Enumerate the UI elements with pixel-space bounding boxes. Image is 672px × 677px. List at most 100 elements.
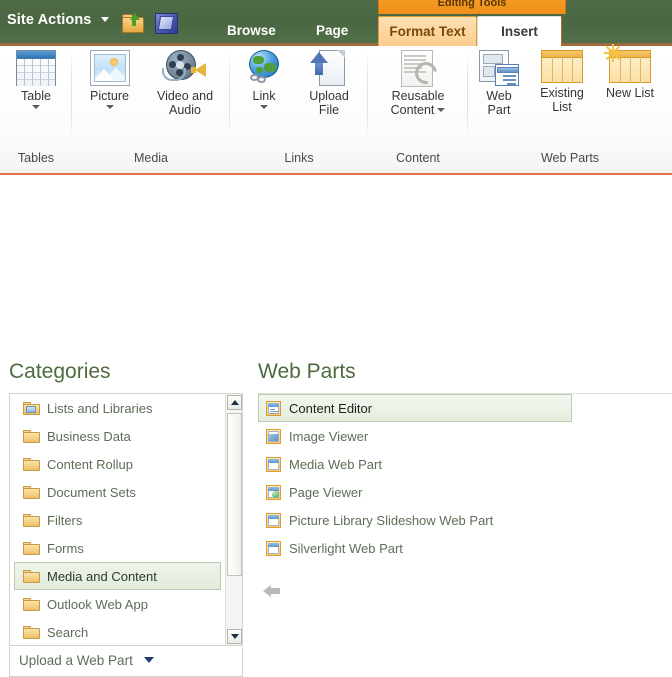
video-audio-icon: [162, 50, 208, 86]
ribbon-insert-panel: Table Picture Video and Audio Link Uploa…: [0, 44, 672, 175]
web-part-picker: Categories Web Parts Lists and Libraries…: [0, 175, 672, 677]
ribbon-button-web-part-label: Web Part: [486, 89, 512, 117]
category-item-label: Search: [47, 625, 89, 640]
image-viewer-icon: [266, 429, 281, 444]
ribbon-button-existing-list-label: Existing List: [540, 86, 584, 114]
category-item-filters[interactable]: Filters: [14, 506, 221, 534]
link-globe-icon: [244, 50, 284, 86]
chevron-down-icon[interactable]: [260, 104, 268, 109]
category-item-label: Filters: [47, 513, 83, 528]
chevron-down-icon: [143, 657, 154, 663]
folder-icon: [23, 542, 40, 555]
upload-a-web-part-label: Upload a Web Part: [19, 653, 133, 668]
tab-browse[interactable]: Browse: [216, 16, 287, 46]
ribbon-group-content: Reusable Content: [368, 46, 468, 146]
web-part-item-page-viewer[interactable]: Page Viewer: [258, 478, 572, 506]
ribbon-group-media: Picture Video and Audio: [72, 46, 230, 146]
ribbon-group-label-tables: Tables: [17, 151, 55, 165]
folder-icon: [23, 626, 40, 639]
category-item-media-and-content[interactable]: Media and Content: [14, 562, 221, 590]
ribbon-button-picture-label: Picture: [90, 89, 129, 103]
chevron-down-icon[interactable]: [105, 104, 114, 109]
triangle-down-icon: [231, 634, 239, 639]
upload-file-icon: [309, 50, 349, 86]
web-part-item-silverlight[interactable]: Silverlight Web Part: [258, 534, 572, 562]
category-item-label: Outlook Web App: [47, 597, 148, 612]
silverlight-icon: [266, 541, 281, 556]
reusable-content-icon: [398, 50, 442, 89]
ribbon-button-web-part[interactable]: Web Part: [472, 50, 526, 117]
category-item-forms[interactable]: Forms: [14, 534, 221, 562]
ribbon-button-existing-list[interactable]: Existing List: [528, 50, 596, 114]
ribbon-button-upload-file[interactable]: Upload File: [296, 50, 362, 117]
folder-icon: [23, 486, 40, 499]
web-part-item-image-viewer[interactable]: Image Viewer: [258, 422, 572, 450]
categories-panel-title: Categories: [9, 360, 111, 383]
folder-list-icon: [23, 402, 40, 415]
ribbon-button-table[interactable]: Table: [6, 50, 66, 109]
triangle-up-icon: [231, 400, 239, 405]
categories-scrollbar[interactable]: [225, 394, 242, 645]
category-item-business-data[interactable]: Business Data: [14, 422, 221, 450]
sharepoint-insert-ribbon-page: Site Actions Editing Tools Browse Page F…: [0, 0, 672, 677]
ribbon-button-new-list-label: New List: [606, 86, 654, 100]
top-navigation-bar: Site Actions Editing Tools Browse Page F…: [0, 0, 672, 46]
web-part-item-label: Media Web Part: [289, 457, 382, 472]
ribbon-button-table-label: Table: [21, 89, 51, 103]
page-viewer-icon: [266, 485, 281, 500]
category-item-content-rollup[interactable]: Content Rollup: [14, 450, 221, 478]
web-part-item-content-editor[interactable]: Content Editor: [258, 394, 572, 422]
category-item-document-sets[interactable]: Document Sets: [14, 478, 221, 506]
ribbon-button-video-and-audio[interactable]: Video and Audio: [144, 50, 226, 117]
table-icon: [16, 50, 56, 86]
tab-insert[interactable]: Insert: [477, 16, 562, 46]
web-part-item-label: Image Viewer: [289, 429, 369, 444]
chevron-down-icon[interactable]: [32, 104, 40, 109]
web-part-item-media-web-part[interactable]: Media Web Part: [258, 450, 572, 478]
web-parts-list: Content Editor Image Viewer Media Web Pa…: [258, 393, 672, 646]
ribbon-button-link-label: Link: [252, 89, 276, 103]
ribbon-button-picture[interactable]: Picture: [77, 50, 142, 109]
category-item-label: Media and Content: [47, 569, 157, 584]
web-parts-panel-title: Web Parts: [258, 360, 356, 383]
tab-page[interactable]: Page: [305, 16, 359, 46]
category-item-outlook-web-app[interactable]: Outlook Web App: [14, 590, 221, 618]
ribbon-button-upload-file-label: Upload File: [309, 89, 349, 117]
picture-slideshow-icon: [266, 513, 281, 528]
categories-list-box: Lists and Libraries Business Data Conten…: [9, 393, 243, 646]
category-item-search[interactable]: Search: [14, 618, 221, 645]
web-part-item-label: Page Viewer: [289, 485, 363, 500]
web-part-item-label: Silverlight Web Part: [289, 541, 403, 556]
scrollbar-thumb[interactable]: [227, 413, 242, 576]
existing-list-icon: [541, 50, 583, 83]
folder-icon: [23, 514, 40, 527]
ribbon-button-link[interactable]: Link: [236, 50, 292, 109]
web-part-item-label: Content Editor: [289, 401, 373, 416]
categories-list: Lists and Libraries Business Data Conten…: [10, 394, 225, 645]
ribbon-button-new-list[interactable]: New List: [600, 44, 660, 101]
ribbon-group-label-links: Links: [284, 151, 314, 165]
scroll-down-button[interactable]: [227, 629, 242, 644]
upload-a-web-part-button[interactable]: Upload a Web Part: [19, 653, 154, 668]
ribbon-button-reusable-content-label: Reusable Content: [390, 89, 446, 117]
ribbon-button-reusable-content[interactable]: Reusable Content: [374, 50, 462, 117]
category-item-label: Content Rollup: [47, 457, 133, 472]
new-list-icon: [604, 44, 651, 83]
web-part-icon: [479, 50, 519, 86]
category-item-label: Document Sets: [47, 485, 136, 500]
scroll-up-button[interactable]: [227, 395, 242, 410]
ribbon-group-label-media: Media: [133, 151, 169, 165]
tab-format-text[interactable]: Format Text: [378, 16, 477, 46]
category-item-label: Lists and Libraries: [47, 401, 153, 416]
folder-icon: [23, 430, 40, 443]
web-part-item-picture-library-slideshow[interactable]: Picture Library Slideshow Web Part: [258, 506, 572, 534]
folder-icon: [23, 458, 40, 471]
category-item-label: Forms: [47, 541, 84, 556]
chevron-down-icon[interactable]: [437, 107, 446, 112]
ribbon-group-label-content: Content: [396, 151, 440, 165]
back-arrow-icon[interactable]: [263, 583, 283, 599]
web-part-item-label: Picture Library Slideshow Web Part: [289, 513, 494, 528]
category-item-lists-and-libraries[interactable]: Lists and Libraries: [14, 394, 221, 422]
folder-icon: [23, 570, 40, 583]
ribbon-group-links: Link Upload File: [230, 46, 368, 146]
